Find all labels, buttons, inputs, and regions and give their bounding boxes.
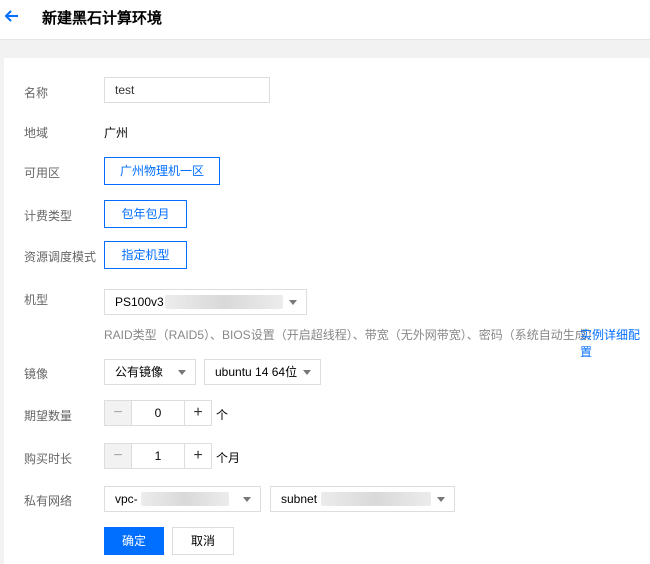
name-label: 名称 <box>24 86 49 100</box>
image-type-select[interactable]: 公有镜像 <box>104 359 196 385</box>
expected-count-input[interactable]: 0 <box>131 400 185 426</box>
chevron-down-icon <box>303 370 311 375</box>
scheduling-option[interactable]: 指定机型 <box>104 241 187 269</box>
confirm-button[interactable]: 确定 <box>104 527 164 555</box>
cancel-button[interactable]: 取消 <box>172 527 234 555</box>
billing-option[interactable]: 包年包月 <box>104 200 187 228</box>
image-os-select[interactable]: ubuntu 14 64位 <box>204 359 321 385</box>
back-arrow-icon[interactable] <box>2 6 22 26</box>
expected-count-stepper: − 0 + <box>104 400 212 426</box>
redacted-area <box>321 492 431 506</box>
decrement-button[interactable]: − <box>104 443 132 469</box>
model-select-value: PS100v3 <box>115 295 164 309</box>
image-type-value: 公有镜像 <box>115 365 164 379</box>
decrement-button[interactable]: − <box>104 400 132 426</box>
image-os-value: ubuntu 14 64位 <box>215 365 298 379</box>
increment-button[interactable]: + <box>184 443 212 469</box>
region-label: 地域 <box>24 126 49 140</box>
redacted-area <box>141 492 229 506</box>
vpc-select[interactable]: vpc- <box>104 486 261 512</box>
model-hint: RAID类型（RAID5）、BIOS设置（开启超线程）、带宽（无外网带宽）、密码… <box>104 328 599 342</box>
expected-count-unit: 个 <box>216 408 229 422</box>
region-value: 广州 <box>104 126 129 140</box>
model-label: 机型 <box>24 293 49 307</box>
duration-stepper: − 1 + <box>104 443 212 469</box>
zone-option[interactable]: 广州物理机一区 <box>104 157 220 185</box>
chevron-down-icon <box>437 497 445 502</box>
vpc-value: vpc- <box>115 492 138 506</box>
scheduling-label: 资源调度模式 <box>24 250 97 264</box>
page-title: 新建黑石计算环境 <box>42 10 163 27</box>
chevron-down-icon <box>243 497 251 502</box>
image-label: 镜像 <box>24 367 49 381</box>
duration-unit: 个月 <box>216 451 241 465</box>
form-panel: 名称 test 地域 广州 可用区 广州物理机一区 计费类型 包年包月 资源调度… <box>4 58 650 564</box>
name-input[interactable]: test <box>104 77 270 103</box>
duration-input[interactable]: 1 <box>131 443 185 469</box>
expected-count-label: 期望数量 <box>24 409 73 423</box>
redacted-area <box>165 295 283 309</box>
page-header: 新建黑石计算环境 <box>0 0 650 40</box>
network-label: 私有网络 <box>24 494 73 508</box>
model-select[interactable]: PS100v3 <box>104 289 307 315</box>
duration-label: 购买时长 <box>24 452 73 466</box>
zone-label: 可用区 <box>24 166 61 180</box>
increment-button[interactable]: + <box>184 400 212 426</box>
billing-label: 计费类型 <box>24 209 73 223</box>
instance-config-link[interactable]: 实例详细配置 <box>580 326 650 360</box>
subnet-select[interactable]: subnet <box>270 486 455 512</box>
chevron-down-icon <box>178 370 186 375</box>
subnet-value: subnet <box>281 492 318 506</box>
chevron-down-icon <box>289 300 297 305</box>
